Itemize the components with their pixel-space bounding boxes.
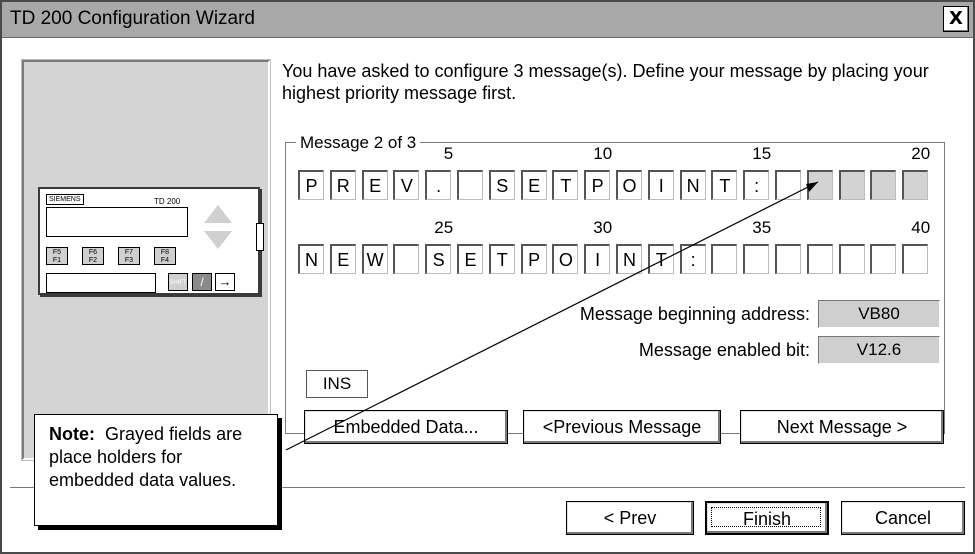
device-fkey-4: F8 F4	[154, 247, 176, 265]
close-button[interactable]: X	[943, 6, 969, 32]
previous-message-button[interactable]: <Previous Message	[523, 410, 721, 444]
td200-device-illustration: SIEMENS TD 200 F5 F1 F6 F2 F7 F3 F8 F4 SHIFT…	[38, 187, 264, 295]
row2-char-cell[interactable]	[870, 244, 897, 274]
row1-column-number: 10	[593, 144, 613, 163]
device-fkey-2: F6 F2	[82, 247, 104, 265]
note-heading: Note:	[49, 424, 95, 444]
row1-char-cell[interactable]: :	[743, 170, 770, 200]
row1-char-cell[interactable]	[838, 170, 865, 200]
row1-char-cell[interactable]: N	[679, 170, 706, 200]
address-field: VB80	[818, 300, 940, 328]
device-lower-panel	[46, 273, 156, 293]
device-side-connector	[256, 223, 264, 251]
prev-button[interactable]: < Prev	[566, 501, 694, 535]
row2-char-cell[interactable]	[838, 244, 865, 274]
device-fkey-1: F5 F1	[46, 247, 68, 265]
row2-char-cell[interactable]: W	[361, 244, 388, 274]
row1-char-cell[interactable]	[870, 170, 897, 200]
row2-char-cell[interactable]: S	[425, 244, 452, 274]
row2-column-number: 40	[911, 218, 931, 237]
embedded-data-button[interactable]: Embedded Data...	[304, 410, 508, 444]
row1-char-cell[interactable]	[902, 170, 929, 200]
row1-char-cell[interactable]: P	[584, 170, 611, 200]
row2-char-cell[interactable]: I	[584, 244, 611, 274]
row2-char-cell[interactable]	[806, 244, 833, 274]
device-enter-arrow-icon: →	[215, 273, 235, 291]
row1-char-cell[interactable]: R	[329, 170, 356, 200]
row1-char-cell[interactable]: O	[616, 170, 642, 200]
cancel-button[interactable]: Cancel	[841, 501, 965, 535]
window-title: TD 200 Configuration Wizard	[10, 8, 255, 29]
row2-char-cell[interactable]: :	[679, 244, 706, 274]
insert-mode-indicator: INS	[306, 370, 368, 398]
next-message-button[interactable]: Next Message >	[740, 410, 944, 444]
row1-char-cell[interactable]: E	[520, 170, 547, 200]
row2-column-number: 30	[593, 218, 613, 237]
row1-char-cell[interactable]: P	[298, 170, 324, 200]
row2-char-cell[interactable]	[393, 244, 420, 274]
down-arrow-key-icon	[204, 231, 232, 249]
focus-indicator	[711, 507, 821, 527]
title-bar[interactable]: TD 200 Configuration Wizard X	[2, 2, 973, 38]
device-display	[46, 207, 188, 237]
row2-char-cell[interactable]: T	[488, 244, 515, 274]
row1-char-cell[interactable]	[806, 170, 833, 200]
note-callout: Note: Grayed fields are place holders fo…	[34, 414, 278, 526]
row1-column-number: 5	[443, 144, 454, 163]
row2-column-number: 25	[434, 218, 454, 237]
device-brand-logo: SIEMENS	[46, 194, 84, 205]
row1-char-cell[interactable]	[457, 170, 483, 200]
row2-column-number: 35	[752, 218, 772, 237]
row2-char-cell[interactable]: E	[457, 244, 483, 274]
row1-char-cell[interactable]: .	[425, 170, 452, 200]
row2-char-cell[interactable]	[902, 244, 929, 274]
row2-char-cell[interactable]	[711, 244, 738, 274]
row1-column-number: 20	[911, 144, 931, 163]
row2-char-cell[interactable]: E	[329, 244, 356, 274]
row1-column-number: 15	[752, 144, 772, 163]
row2-char-cell[interactable]: O	[552, 244, 579, 274]
row2-char-cell[interactable]: N	[616, 244, 642, 274]
row1-char-cell[interactable]: T	[552, 170, 579, 200]
row2-char-cell[interactable]	[743, 244, 770, 274]
row2-char-cell[interactable]: N	[298, 244, 324, 274]
device-model-label: TD 200	[154, 197, 181, 206]
address-label: Message beginning address:	[579, 304, 810, 324]
row1-char-cell[interactable]: I	[647, 170, 674, 200]
row1-char-cell[interactable]: S	[488, 170, 515, 200]
row2-char-cell[interactable]: P	[520, 244, 547, 274]
enabled-bit-field: V12.6	[818, 336, 940, 364]
device-fkey-3: F7 F3	[118, 247, 140, 265]
device-shift-key: SHIFT	[168, 273, 188, 291]
row2-char-cell[interactable]: T	[647, 244, 674, 274]
message-group-title: Message 2 of 3	[296, 133, 421, 153]
device-image-panel: SIEMENS TD 200 F5 F1 F6 F2 F7 F3 F8 F4 SHIFT…	[22, 60, 270, 460]
enabled-bit-label: Message enabled bit:	[638, 340, 810, 360]
up-arrow-key-icon	[204, 205, 232, 223]
finish-button[interactable]: Finish	[705, 501, 829, 535]
row1-char-cell[interactable]: V	[393, 170, 420, 200]
instructions-text: You have asked to configure 3 message(s)…	[282, 61, 929, 103]
row1-char-cell[interactable]: E	[361, 170, 388, 200]
row1-char-cell[interactable]	[775, 170, 801, 200]
row2-char-cell[interactable]	[775, 244, 801, 274]
device-slash-key: /	[192, 273, 212, 291]
row1-char-cell[interactable]: T	[711, 170, 738, 200]
